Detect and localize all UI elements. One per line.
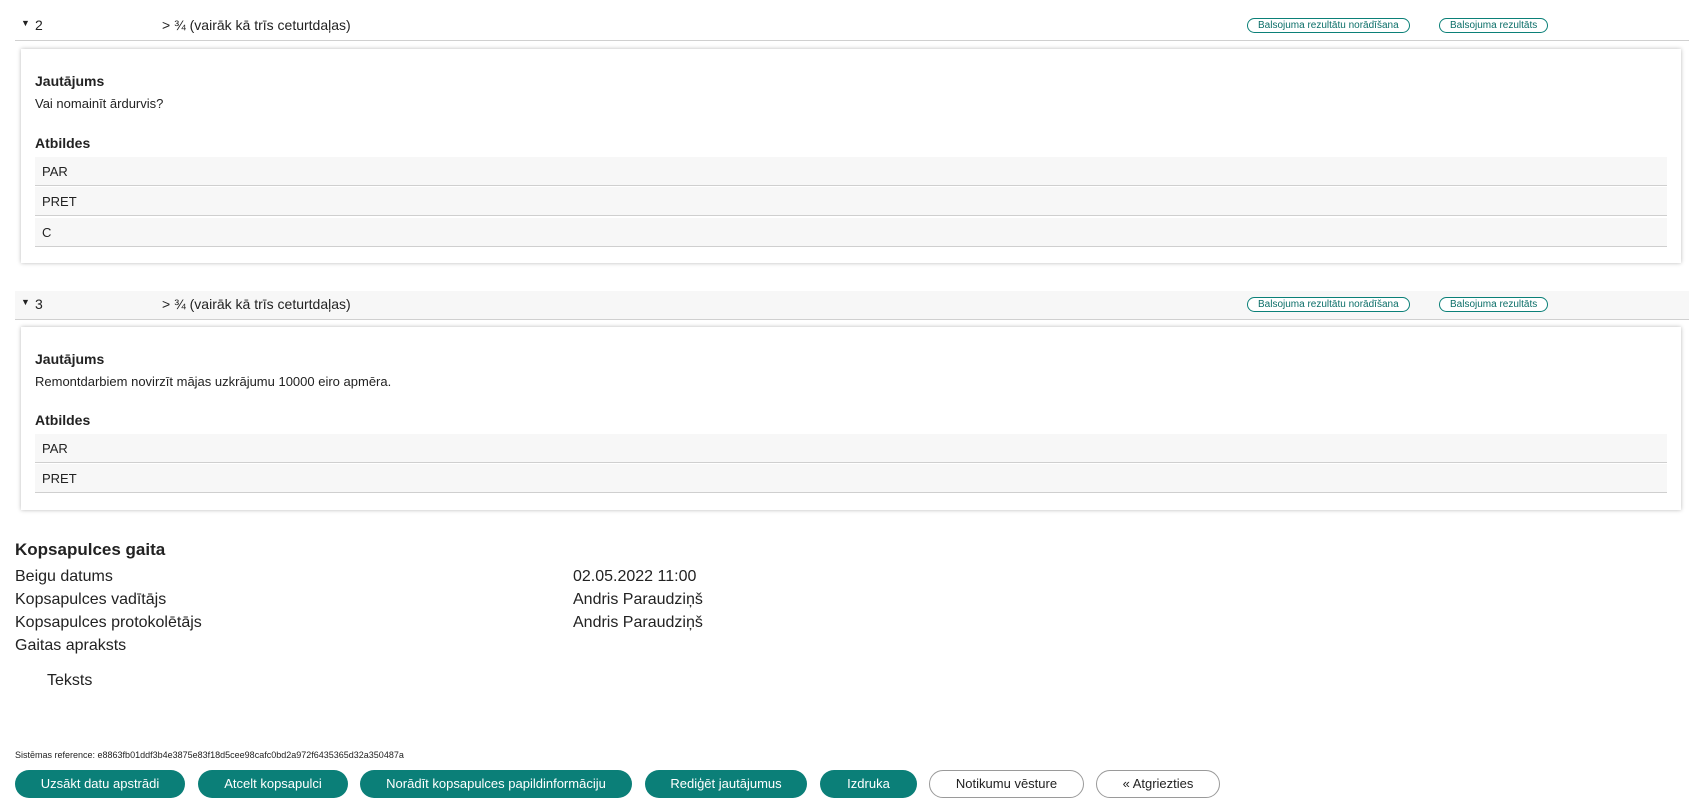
majority-requirement: > ¾ (vairāk kā trīs ceturtdaļas) <box>162 17 351 33</box>
answer-row: PAR <box>35 157 1667 186</box>
system-reference: Sistēmas reference: e8863fb01ddf3b4e3875… <box>15 750 404 760</box>
majority-requirement: > ¾ (vairāk kā trīs ceturtdaļas) <box>162 296 351 312</box>
question-header-2[interactable]: ▼ 2 > ¾ (vairāk kā trīs ceturtdaļas) Bal… <box>15 12 1689 41</box>
end-date-value: 02.05.2022 11:00 <box>573 568 697 585</box>
edit-questions-button[interactable]: Rediģēt jautājumus <box>645 770 807 798</box>
description-label: Gaitas apraksts <box>15 637 127 654</box>
caret-down-icon[interactable]: ▼ <box>21 18 30 28</box>
question-text: Remontdarbiem novirzīt mājas uzkrājumu 1… <box>35 374 392 389</box>
start-processing-button[interactable]: Uzsākt datu apstrādi <box>15 770 185 798</box>
end-date-label: Beigu datums <box>15 568 113 585</box>
answer-row: PRET <box>35 464 1667 493</box>
question-text: Vai nomainīt ārdurvis? <box>35 96 164 111</box>
caret-down-icon[interactable]: ▼ <box>21 297 30 307</box>
add-info-button[interactable]: Norādīt kopsapulces papildinformāciju <box>360 770 632 798</box>
indicate-results-button[interactable]: Balsojuma rezultātu norādīšana <box>1247 297 1410 312</box>
recorder-value: Andris Paraudziņš <box>573 614 703 631</box>
vote-result-button[interactable]: Balsojuma rezultāts <box>1439 18 1549 33</box>
question-card-3: Jautājums Remontdarbiem novirzīt mājas u… <box>21 327 1681 510</box>
question-label: Jautājums <box>35 73 105 89</box>
description-text: Teksts <box>47 672 93 689</box>
history-button[interactable]: Notikumu vēsture <box>929 770 1084 798</box>
chair-label: Kopsapulces vadītājs <box>15 591 167 608</box>
vote-result-button[interactable]: Balsojuma rezultāts <box>1439 297 1549 312</box>
question-header-3[interactable]: ▼ 3 > ¾ (vairāk kā trīs ceturtdaļas) Bal… <box>15 291 1689 320</box>
question-number: 2 <box>35 17 43 33</box>
question-label: Jautājums <box>35 351 105 367</box>
indicate-results-button[interactable]: Balsojuma rezultātu norādīšana <box>1247 18 1410 33</box>
recorder-label: Kopsapulces protokolētājs <box>15 614 202 631</box>
question-card-2: Jautājums Vai nomainīt ārdurvis? Atbilde… <box>21 49 1681 263</box>
question-number: 3 <box>35 296 43 312</box>
answer-row: PRET <box>35 187 1667 216</box>
print-button[interactable]: Izdruka <box>820 770 917 798</box>
meeting-progress-title: Kopsapulces gaita <box>15 540 166 559</box>
chair-value: Andris Paraudziņš <box>573 591 703 608</box>
back-button[interactable]: « Atgriezties <box>1096 770 1220 798</box>
answer-row: C <box>35 218 1667 247</box>
cancel-meeting-button[interactable]: Atcelt kopsapulci <box>198 770 348 798</box>
answer-row: PAR <box>35 434 1667 463</box>
answers-label: Atbildes <box>35 135 91 151</box>
answers-label: Atbildes <box>35 412 91 428</box>
